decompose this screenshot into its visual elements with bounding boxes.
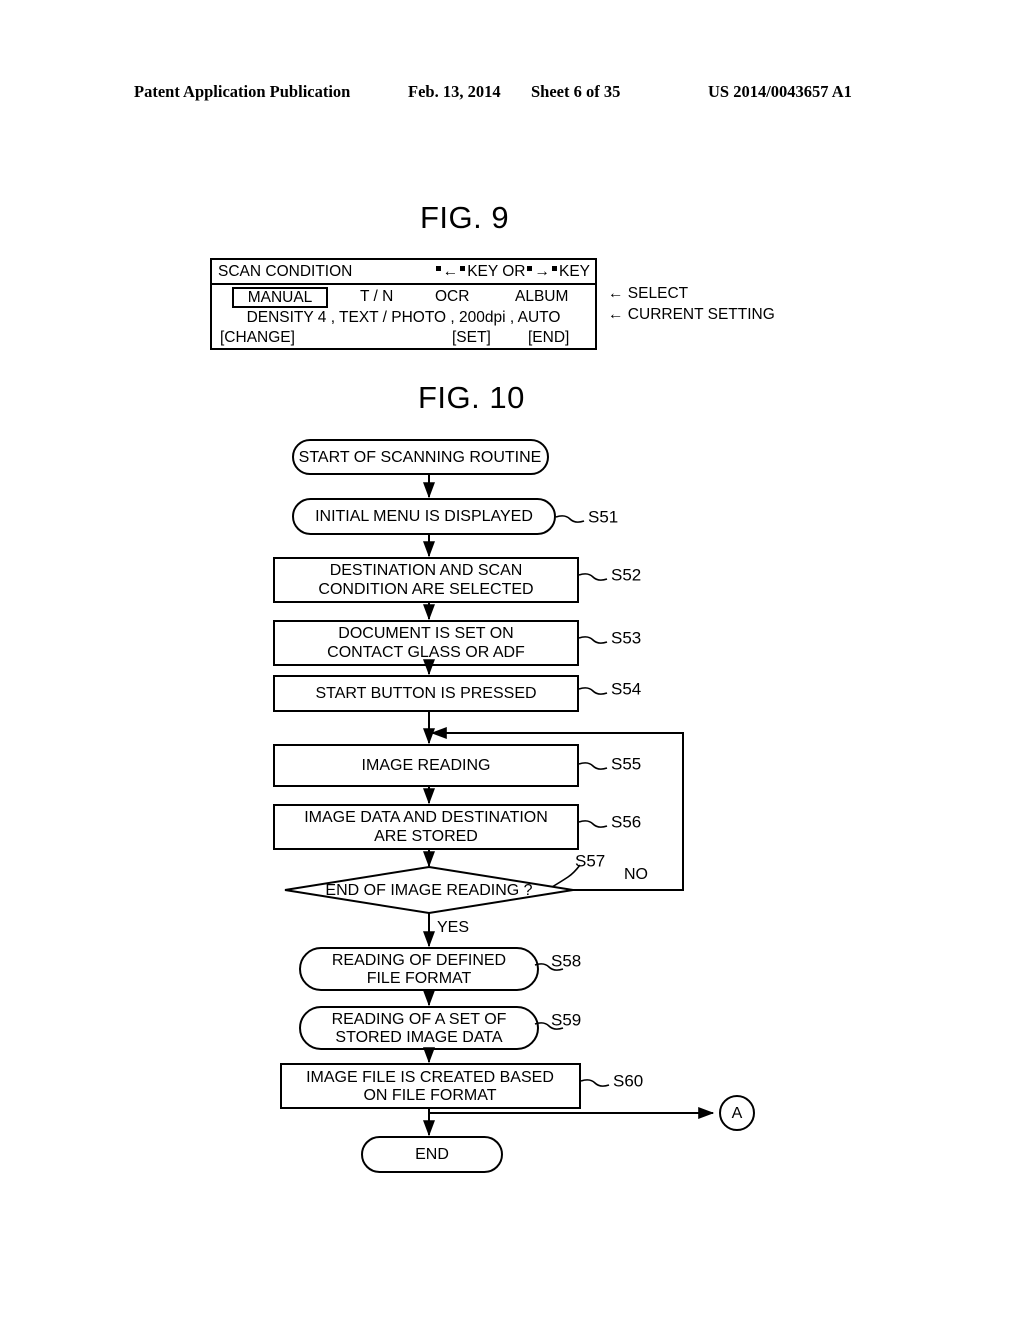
step-label-s57: S57 (575, 851, 605, 870)
leader-s56 (578, 820, 608, 828)
step-label-s59: S59 (551, 1010, 581, 1029)
flow-node-s60-label-line2: ON FILE FORMAT (363, 1087, 496, 1104)
step-label-s54: S54 (611, 679, 641, 698)
branch-label-no: NO (624, 866, 648, 883)
step-label-s58: S58 (551, 951, 581, 970)
flow-node-s60-label-line1: IMAGE FILE IS CREATED BASED (306, 1069, 554, 1086)
flow-node-s51-label: INITIAL MENU IS DISPLAYED (315, 508, 533, 525)
flow-node-s53-label-line1: DOCUMENT IS SET ON (338, 625, 513, 642)
flow-connector-a-label: A (732, 1105, 743, 1122)
flow-node-s56-label-line2: ARE STORED (374, 828, 478, 845)
leader-s52 (578, 573, 608, 581)
flow-node-s59-label-line2: STORED IMAGE DATA (335, 1029, 502, 1046)
flow-node-s52-label-line2: CONDITION ARE SELECTED (318, 581, 533, 598)
step-label-s56: S56 (611, 812, 641, 831)
step-label-s51: S51 (588, 507, 618, 526)
leader-s51 (555, 515, 585, 523)
step-label-s53: S53 (611, 628, 641, 647)
leader-s55 (578, 762, 608, 770)
flow-node-s59-label-line1: READING OF A SET OF (332, 1011, 507, 1028)
scanning-routine-flowchart: START OF SCANNING ROUTINE INITIAL MENU I… (0, 0, 1024, 1320)
step-label-s55: S55 (611, 754, 641, 773)
branch-label-yes: YES (437, 919, 469, 936)
flow-node-end-label: END (415, 1146, 449, 1163)
flow-node-s54-label: START BUTTON IS PRESSED (315, 685, 536, 702)
flow-node-s58-label-line2: FILE FORMAT (367, 970, 472, 987)
step-label-s60: S60 (613, 1071, 643, 1090)
step-label-s52: S52 (611, 565, 641, 584)
flow-node-s58-label-line1: READING OF DEFINED (332, 952, 506, 969)
flow-node-s57-label: END OF IMAGE READING ? (325, 882, 532, 899)
leader-s53 (578, 636, 608, 644)
flow-node-start-label: START OF SCANNING ROUTINE (299, 449, 542, 466)
flow-node-s53-label-line2: CONTACT GLASS OR ADF (327, 644, 525, 661)
leader-s60 (580, 1079, 610, 1087)
flow-node-s52-label-line1: DESTINATION AND SCAN (330, 562, 523, 579)
flow-node-s55-label: IMAGE READING (362, 757, 491, 774)
flow-node-s56-label-line1: IMAGE DATA AND DESTINATION (304, 809, 548, 826)
leader-s54 (578, 687, 608, 695)
